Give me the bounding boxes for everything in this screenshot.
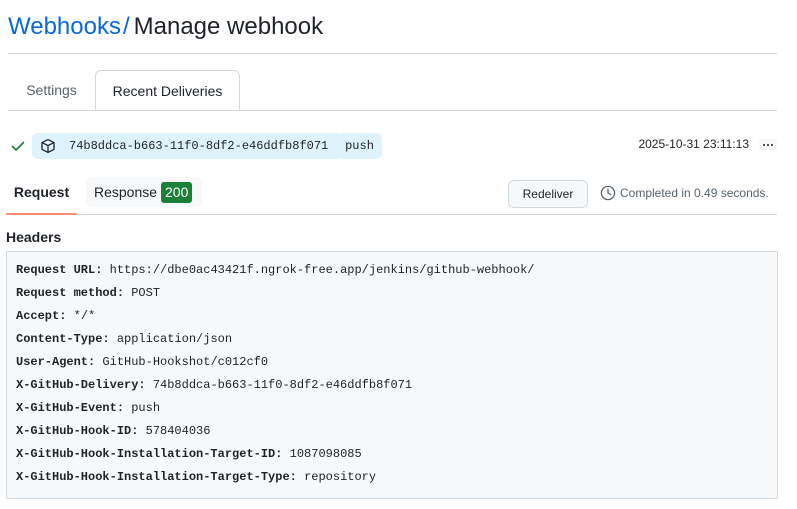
header-key: Content-Type:	[16, 332, 110, 346]
header-row: Request method: POST	[16, 285, 160, 301]
page-title: Webhooks/Manage webhook	[8, 12, 323, 42]
header-row: X-GitHub-Event: push	[16, 400, 160, 416]
check-icon	[11, 141, 25, 151]
redeliver-button[interactable]: Redeliver	[508, 180, 588, 208]
header-row: X-GitHub-Hook-ID: 578404036	[16, 423, 210, 439]
header-key: X-GitHub-Event:	[16, 401, 125, 415]
header-row: X-GitHub-Hook-Installation-Target-ID: 10…	[16, 446, 362, 462]
header-value: 74b8ddca-b663-11f0-8df2-e46ddfb8f071	[152, 378, 413, 392]
header-value: repository	[304, 470, 377, 484]
header-row: X-GitHub-Hook-Installation-Target-Type: …	[16, 469, 376, 485]
header-key: User-Agent:	[16, 355, 96, 369]
header-key: Accept:	[16, 309, 67, 323]
header-row: Content-Type: application/json	[16, 331, 232, 347]
header-key: X-GitHub-Hook-Installation-Target-ID:	[16, 447, 283, 461]
response-status-badge: 200	[161, 182, 193, 203]
headers-heading: Headers	[6, 229, 62, 245]
header-value: https://dbe0ac43421f.ngrok-free.app/jenk…	[109, 263, 535, 277]
delivery-guid: 74b8ddca-b663-11f0-8df2-e46ddfb8f071	[69, 139, 329, 153]
header-key: X-GitHub-Delivery:	[16, 378, 146, 392]
title-divider	[8, 53, 777, 54]
header-key: Request URL:	[16, 263, 103, 277]
header-value: 578404036	[145, 424, 211, 438]
breadcrumb-webhooks-link[interactable]: Webhooks	[8, 13, 121, 40]
header-value: */*	[73, 309, 96, 323]
tab-settings[interactable]: Settings	[8, 70, 95, 110]
tab-bar: Settings Recent Deliveries	[8, 70, 777, 111]
header-row: Request URL: https://dbe0ac43421f.ngrok-…	[16, 262, 535, 278]
completed-duration: Completed in 0.49 seconds.	[620, 186, 769, 200]
tab-request[interactable]: Request	[6, 177, 77, 215]
detail-tab-bar: Request Response 200 Redeliver Completed…	[6, 176, 777, 215]
header-value: 1087098085	[289, 447, 362, 461]
header-key: X-GitHub-Hook-ID:	[16, 424, 139, 438]
header-key: X-GitHub-Hook-Installation-Target-Type:	[16, 470, 297, 484]
kebab-horizontal-icon[interactable]	[759, 139, 777, 151]
header-row: X-GitHub-Delivery: 74b8ddca-b663-11f0-8d…	[16, 377, 412, 393]
package-icon	[41, 138, 55, 154]
headers-panel: Request URL: https://dbe0ac43421f.ngrok-…	[6, 251, 778, 499]
tab-response-label: Response	[94, 184, 158, 200]
header-row: Accept: */*	[16, 308, 95, 324]
header-value: push	[131, 401, 161, 415]
breadcrumb-current: Manage webhook	[133, 13, 324, 40]
header-value: GitHub-Hookshot/c012cf0	[102, 355, 269, 369]
header-value: application/json	[116, 332, 233, 346]
delivery-guid-pill: 74b8ddca-b663-11f0-8df2-e46ddfb8f071	[32, 133, 342, 159]
tab-recent-deliveries[interactable]: Recent Deliveries	[95, 70, 240, 110]
breadcrumb-separator: /	[122, 13, 130, 40]
delivery-row[interactable]: 74b8ddca-b663-11f0-8df2-e46ddfb8f071 pus…	[8, 133, 777, 159]
event-badge: push	[337, 133, 382, 159]
header-key: Request method:	[16, 286, 125, 300]
header-row: User-Agent: GitHub-Hookshot/c012cf0	[16, 354, 268, 370]
delivery-timestamp: 2025-10-31 23:11:13	[638, 137, 749, 151]
header-value: POST	[131, 286, 161, 300]
tab-response[interactable]: Response 200	[86, 177, 202, 207]
clock-icon	[600, 185, 616, 201]
